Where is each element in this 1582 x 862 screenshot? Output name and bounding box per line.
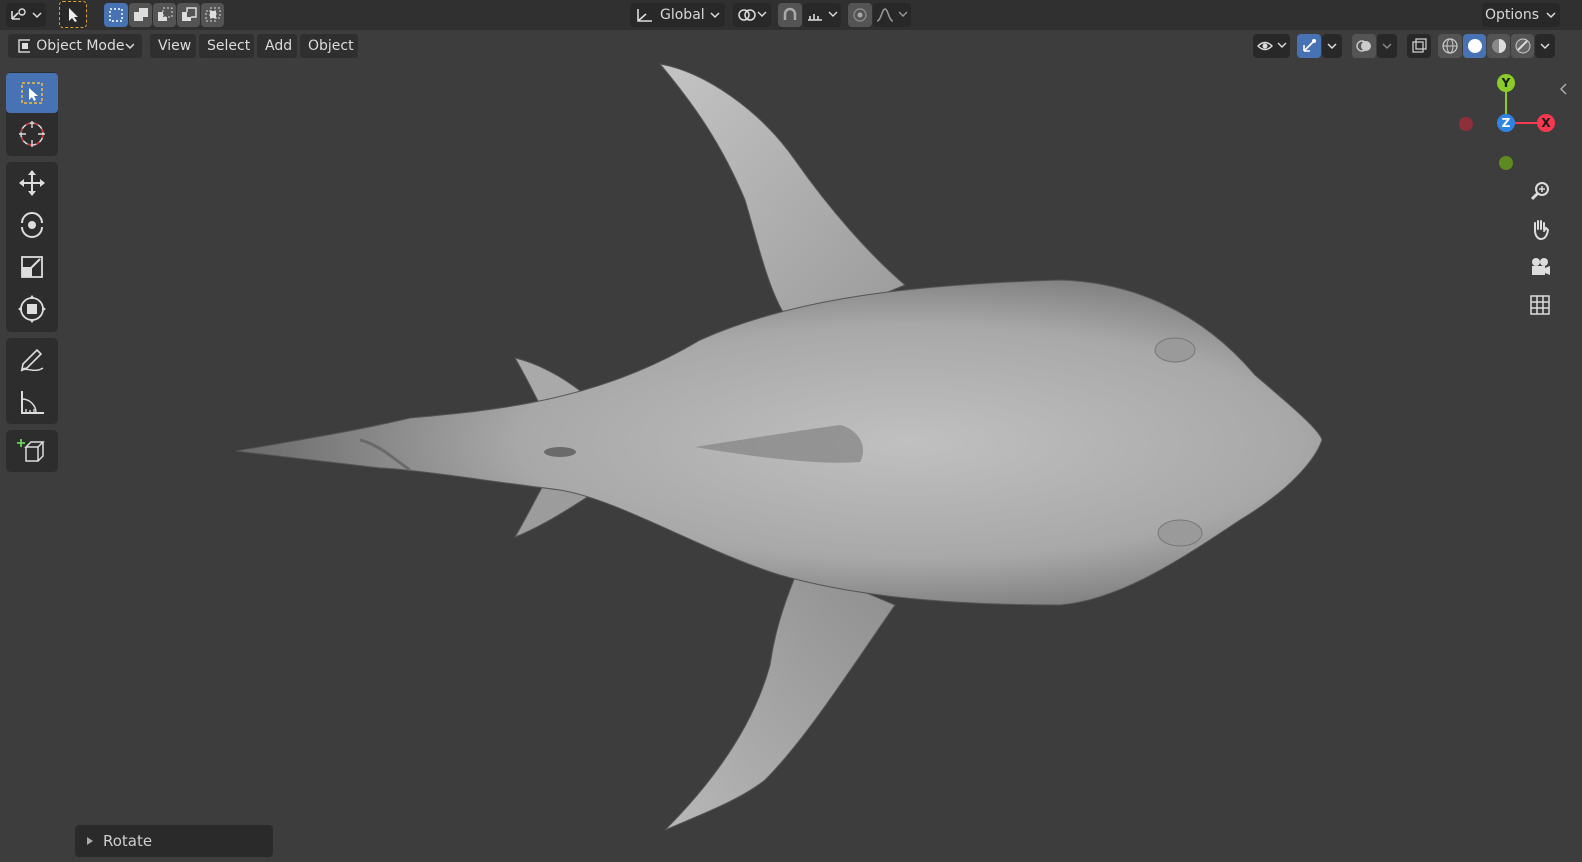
operator-label: Rotate bbox=[103, 832, 153, 850]
camera-icon bbox=[1532, 258, 1550, 275]
tool-measure[interactable] bbox=[6, 382, 58, 422]
rotate-icon bbox=[21, 212, 43, 238]
grid-icon bbox=[1530, 295, 1550, 315]
last-operator-panel[interactable]: Rotate bbox=[75, 825, 273, 857]
ruler-icon bbox=[21, 391, 44, 414]
toolshelf-transform-group bbox=[6, 162, 58, 332]
shark-mesh[interactable] bbox=[0, 0, 1582, 862]
gizmo-z-axis[interactable]: Z bbox=[1497, 114, 1515, 132]
add-cube-icon bbox=[17, 439, 45, 462]
gizmo-y-axis[interactable]: Y bbox=[1497, 74, 1515, 92]
scale-icon bbox=[21, 256, 43, 278]
toolshelf-select-group bbox=[6, 72, 58, 156]
tool-scale[interactable] bbox=[6, 247, 58, 287]
select-box-icon bbox=[21, 82, 43, 104]
tool-annotate[interactable] bbox=[6, 339, 58, 379]
tool-move[interactable] bbox=[6, 163, 58, 203]
gizmo-neg-x-axis[interactable] bbox=[1459, 117, 1473, 131]
pencil-icon bbox=[20, 348, 44, 372]
zoom-view-button[interactable] bbox=[1525, 176, 1555, 206]
gizmo-x-axis[interactable]: X bbox=[1537, 114, 1555, 132]
toolshelf-add-group bbox=[6, 430, 58, 472]
zoom-magnifier-icon bbox=[1530, 182, 1549, 201]
tool-cursor[interactable] bbox=[6, 114, 58, 154]
gizmo-x-label: X bbox=[1541, 116, 1551, 130]
sidebar-toggle-icon[interactable] bbox=[1558, 82, 1568, 96]
gizmo-neg-y-axis[interactable] bbox=[1499, 156, 1513, 170]
hand-icon bbox=[1534, 220, 1550, 240]
triangle-right-icon bbox=[87, 837, 93, 845]
tool-select-box[interactable] bbox=[6, 73, 58, 113]
gizmo-y-label: Y bbox=[1501, 76, 1511, 90]
transform-icon bbox=[18, 295, 46, 323]
tool-add-cube[interactable] bbox=[6, 431, 58, 471]
ortho-toggle-button[interactable] bbox=[1525, 290, 1555, 320]
gizmo-z-label: Z bbox=[1501, 116, 1511, 130]
toolshelf-annotate-group bbox=[6, 338, 58, 424]
tool-rotate[interactable] bbox=[6, 205, 58, 245]
tool-transform[interactable] bbox=[6, 289, 58, 329]
pan-view-button[interactable] bbox=[1525, 214, 1555, 244]
camera-view-button[interactable] bbox=[1525, 252, 1555, 282]
3d-cursor-icon bbox=[19, 121, 45, 147]
move-arrows-icon bbox=[19, 170, 45, 196]
